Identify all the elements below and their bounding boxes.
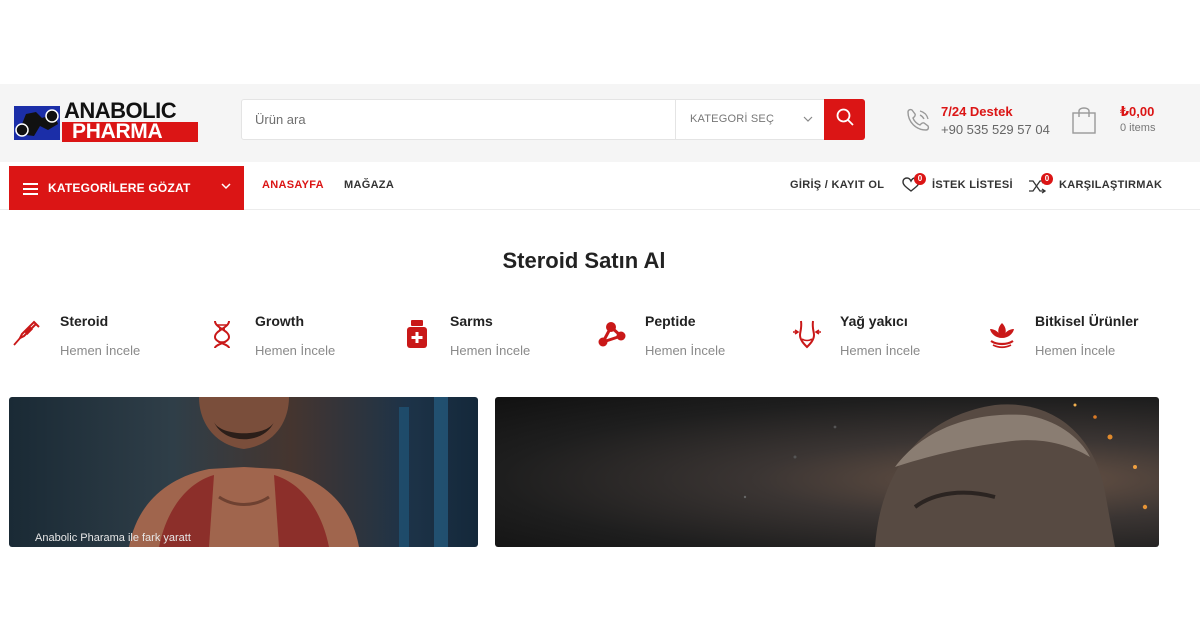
compare-count-badge: 0 [1041, 173, 1053, 185]
category-link[interactable]: Hemen İncele [450, 343, 530, 358]
site-header: ANABOLIC PHARMA KATEGORİ SEÇ 7/24 Destek… [0, 84, 1200, 162]
nav-link-home[interactable]: ANASAYFA [262, 179, 324, 191]
nav-link-shop[interactable]: MAĞAZA [344, 179, 394, 191]
section-title: Steroid Satın Al [502, 248, 666, 273]
category-name: Yağ yakıcı [840, 313, 908, 329]
site-logo[interactable]: ANABOLIC PHARMA [12, 98, 208, 146]
compare-icon[interactable]: 0 [1028, 173, 1053, 194]
category-item-fat-burner[interactable]: Yağ yakıcı Hemen İncele [792, 312, 982, 366]
login-register-link[interactable]: GİRİŞ / KAYIT OL [790, 179, 884, 191]
molecule-icon [597, 318, 627, 350]
category-link[interactable]: Hemen İncele [1035, 343, 1115, 358]
chevron-down-icon [220, 180, 232, 195]
wishlist-count-badge: 0 [914, 173, 926, 185]
main-navbar: KATEGORİLERE GÖZAT ANASAYFA MAĞAZA GİRİŞ… [0, 162, 1200, 210]
promo-banner-left[interactable]: Anabolic Pharama ile fark yaratt [9, 397, 478, 547]
page-top-spacer [0, 0, 1200, 84]
category-link[interactable]: Hemen İncele [60, 343, 140, 358]
category-name: Steroid [60, 313, 109, 329]
support-title: 7/24 Destek [941, 104, 1013, 119]
medicine-bottle-icon [402, 318, 432, 350]
category-link[interactable]: Hemen İncele [840, 343, 920, 358]
phone-icon [903, 106, 933, 136]
support-info[interactable]: 7/24 Destek +90 535 529 57 04 [903, 104, 1063, 140]
compare-link[interactable]: KARŞILAŞTIRMAK [1059, 179, 1162, 191]
cart-item-count: 0 items [1120, 122, 1156, 134]
wishlist-icon[interactable]: 0 [902, 173, 926, 193]
chevron-down-icon [803, 100, 813, 156]
herbal-icon [987, 318, 1017, 350]
category-item-sarms[interactable]: Sarms Hemen İncele [402, 312, 592, 366]
category-name: Sarms [450, 313, 493, 329]
category-name: Peptide [645, 313, 696, 329]
category-select-label: KATEGORİ SEÇ [690, 113, 775, 125]
cart-total: ₺0,00 [1120, 104, 1155, 119]
athlete-photo [129, 397, 448, 547]
browse-categories-label: KATEGORİLERE GÖZAT [48, 181, 191, 195]
category-name: Growth [255, 313, 304, 329]
search-input[interactable] [242, 100, 675, 139]
category-item-growth[interactable]: Growth Hemen İncele [207, 312, 397, 366]
support-phone: +90 535 529 57 04 [941, 122, 1050, 137]
category-item-peptide[interactable]: Peptide Hemen İncele [597, 312, 787, 366]
category-link[interactable]: Hemen İncele [645, 343, 725, 358]
search-icon [836, 108, 854, 131]
category-item-steroid[interactable]: Steroid Hemen İncele [12, 312, 202, 366]
category-name: Bitkisel Ürünler [1035, 313, 1139, 329]
syringe-icon [12, 318, 42, 350]
search-bar: KATEGORİ SEÇ [241, 99, 865, 140]
category-select[interactable]: KATEGORİ SEÇ [675, 100, 825, 139]
category-item-herbal[interactable]: Bitkisel Ürünler Hemen İncele [987, 312, 1177, 366]
waist-slimming-icon [792, 318, 822, 350]
dna-icon [207, 318, 237, 350]
promo-banner-right[interactable] [495, 397, 1159, 547]
hamburger-menu-icon [23, 182, 38, 195]
athlete-photo [743, 403, 1148, 547]
category-link[interactable]: Hemen İncele [255, 343, 335, 358]
wishlist-link[interactable]: İSTEK LİSTESİ [932, 179, 1013, 191]
logo-text-pharma: PHARMA [72, 120, 163, 143]
shopping-bag-icon [1070, 104, 1098, 136]
banner-caption: Anabolic Pharama ile fark yaratt [35, 532, 191, 544]
cart-widget[interactable]: ₺0,00 0 items [1070, 102, 1180, 142]
search-button[interactable] [824, 99, 865, 140]
browse-categories-button[interactable]: KATEGORİLERE GÖZAT [9, 166, 244, 210]
